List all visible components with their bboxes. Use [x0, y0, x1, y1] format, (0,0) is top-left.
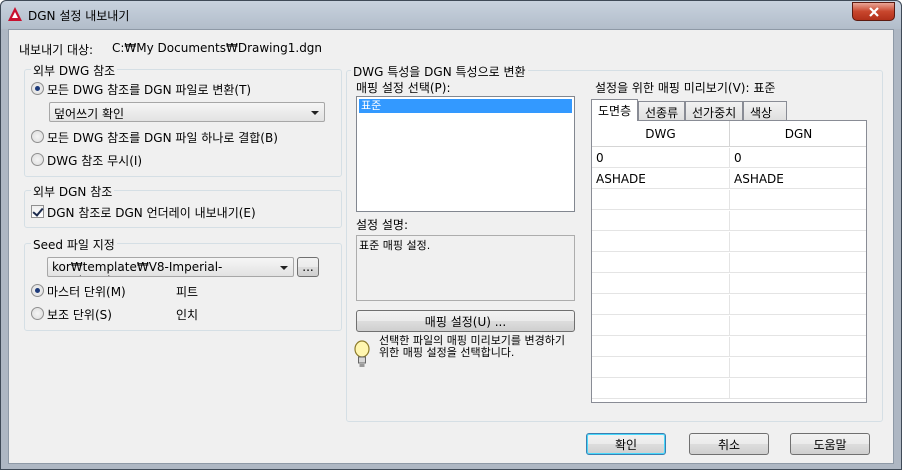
column-label: DWG — [645, 126, 676, 141]
window-title: DGN 설정 내보내기 — [28, 9, 130, 23]
sub-unit-value: 인치 — [176, 308, 199, 322]
export-target-label: 내보내기 대상: — [19, 43, 94, 57]
export-underlay-checkbox[interactable] — [31, 205, 44, 218]
table-row — [592, 190, 866, 210]
seed-file-dropdown[interactable]: kor₩template₩V8-Imperial-Seed2D.dgn — [47, 257, 294, 277]
table-row — [592, 274, 866, 294]
ignore-refs-label[interactable]: DWG 참조 무시(I) — [47, 152, 142, 169]
tab-label: 선종류 — [645, 106, 679, 120]
cancel-button[interactable]: 취소 — [689, 433, 769, 455]
list-item[interactable]: 표준 — [359, 99, 572, 113]
table-row — [592, 253, 866, 273]
export-target-path: C:₩My Documents₩Drawing1.dgn — [112, 41, 323, 55]
close-icon — [868, 6, 879, 17]
mapping-hint-text: 선택한 파일의 매핑 미리보기를 변경하기 위한 매핑 설정을 선택합니다. — [379, 334, 566, 359]
tab-linetypes[interactable]: 선종류 — [638, 101, 685, 121]
table-row — [592, 211, 866, 231]
mapping-setup-label: 매핑 설정(U) ... — [424, 314, 507, 329]
combine-refs-radio[interactable] — [31, 130, 44, 143]
table-row — [592, 295, 866, 315]
column-header-dwg[interactable]: DWG — [592, 121, 730, 147]
ok-label: 확인 — [614, 437, 638, 452]
help-button[interactable]: 도움말 — [790, 433, 870, 455]
tab-layers[interactable]: 도면층 — [591, 99, 638, 121]
master-unit-radio[interactable] — [31, 284, 44, 297]
table-row — [592, 358, 866, 378]
chevron-down-icon — [280, 266, 288, 270]
tab-colors[interactable]: 색상 — [743, 101, 787, 121]
export-underlay-label[interactable]: DGN 참조로 DGN 언더레이 내보내기(E) — [47, 204, 256, 221]
table-row[interactable]: ASHADE ASHADE — [592, 169, 866, 189]
tab-label: 도면층 — [598, 104, 632, 118]
setup-description-label: 설정 설명: — [356, 218, 409, 232]
dialog-window: DGN 설정 내보내기 내보내기 대상: C:₩My Documents₩Dra… — [0, 0, 902, 470]
help-label: 도움말 — [813, 437, 847, 452]
setup-description-value: 표준 매핑 설정. — [359, 239, 431, 252]
table-cell: 0 — [730, 148, 866, 168]
browse-label: ... — [302, 260, 314, 274]
sub-unit-label[interactable]: 보조 단위(S) — [47, 306, 112, 323]
group-label: DWG 특성을 DGN 특성으로 변환 — [351, 63, 528, 80]
table-row — [592, 316, 866, 336]
chevron-down-icon — [311, 111, 319, 115]
tab-lineweights[interactable]: 선가중치 — [685, 101, 743, 121]
preview-label: 설정을 위한 매핑 미리보기(V): 표준 — [595, 81, 776, 95]
dialog-content: 내보내기 대상: C:₩My Documents₩Drawing1.dgn 외부… — [8, 29, 894, 464]
autocad-logo-icon — [8, 7, 22, 21]
table-cell: ASHADE — [592, 169, 730, 189]
dropdown-value: 덮어쓰기 확인 — [54, 107, 125, 121]
mapping-setup-list[interactable]: 표준 — [356, 96, 575, 212]
convert-all-refs-radio[interactable] — [31, 82, 44, 95]
group-label: 외부 DGN 참조 — [31, 183, 115, 200]
mapping-select-label: 매핑 설정 선택(P): — [356, 81, 451, 95]
sub-unit-radio[interactable] — [31, 307, 44, 320]
tab-label: 선가중치 — [692, 106, 737, 120]
lightbulb-icon — [354, 340, 370, 367]
master-unit-label[interactable]: 마스터 단위(M) — [47, 283, 126, 300]
table-cell: ASHADE — [730, 169, 866, 189]
group-label: 외부 DWG 참조 — [31, 62, 118, 79]
browse-seed-button[interactable]: ... — [297, 257, 319, 277]
convert-all-refs-label[interactable]: 모든 DWG 참조를 DGN 파일로 변환(T) — [47, 81, 251, 98]
cancel-label: 취소 — [717, 437, 741, 452]
ignore-refs-radio[interactable] — [31, 153, 44, 166]
title-bar[interactable]: DGN 설정 내보내기 — [1, 1, 901, 29]
table-row — [592, 232, 866, 252]
combine-refs-label[interactable]: 모든 DWG 참조를 DGN 파일 하나로 결합(B) — [47, 129, 278, 146]
table-cell: 0 — [592, 148, 730, 168]
dropdown-value: kor₩template₩V8-Imperial-Seed2D.dgn — [52, 260, 223, 276]
tab-label: 색상 — [750, 106, 773, 120]
column-label: DGN — [784, 126, 813, 141]
master-unit-value: 피트 — [176, 285, 199, 299]
mapping-setup-button[interactable]: 매핑 설정(U) ... — [356, 310, 575, 332]
table-row — [592, 379, 866, 399]
ok-button[interactable]: 확인 — [586, 433, 666, 455]
table-row — [592, 337, 866, 357]
column-header-dgn[interactable]: DGN — [730, 121, 866, 147]
preview-tabs: 도면층 선종류 선가중치 색상 — [591, 99, 871, 121]
group-label: Seed 파일 지정 — [31, 236, 117, 253]
setup-description-box: 표준 매핑 설정. — [356, 235, 575, 301]
overwrite-confirm-dropdown[interactable]: 덮어쓰기 확인 — [49, 102, 325, 122]
preview-grid[interactable]: DWG DGN 0 0 ASHADE ASHADE — [591, 120, 867, 403]
table-row[interactable]: 0 0 — [592, 148, 866, 168]
close-button[interactable] — [852, 2, 895, 21]
